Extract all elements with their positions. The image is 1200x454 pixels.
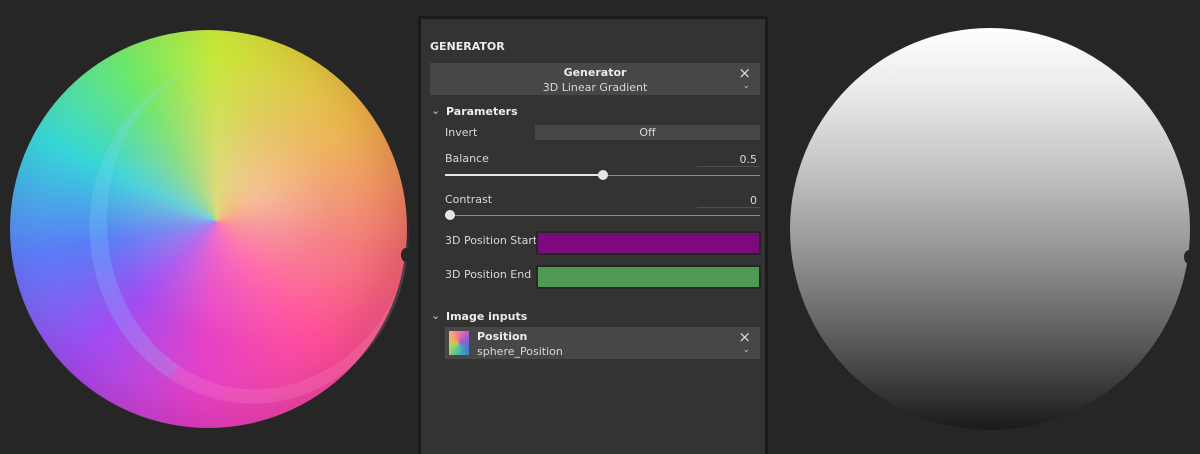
chevron-down-icon[interactable]: ⌄ [431, 310, 440, 321]
close-icon[interactable]: × [738, 330, 751, 345]
contrast-slider-track [445, 215, 760, 216]
position-input-selected: sphere_Position [477, 345, 563, 358]
balance-slider[interactable] [445, 170, 760, 180]
contrast-value-underline [697, 207, 760, 208]
chevron-down-icon[interactable]: ⌄ [742, 82, 750, 91]
generator-panel: GENERATOR Generator 3D Linear Gradient ×… [418, 16, 768, 454]
invert-value: Off [639, 126, 656, 139]
sphere-notch [401, 248, 411, 262]
position-start-color-swatch[interactable] [536, 231, 761, 255]
balance-slider-fill [445, 174, 603, 176]
panel-title: GENERATOR [430, 40, 505, 53]
contrast-value[interactable]: 0 [721, 194, 757, 207]
sphere-swirl-detail [62, 35, 436, 429]
chevron-down-icon[interactable]: ⌄ [431, 105, 440, 116]
sphere-notch [1184, 250, 1194, 264]
invert-toggle[interactable]: Off [535, 125, 760, 140]
contrast-slider[interactable] [445, 210, 760, 220]
generator-selector[interactable]: Generator 3D Linear Gradient × ⌄ [430, 63, 760, 95]
image-inputs-section-header[interactable]: Image inputs [446, 310, 527, 323]
chevron-down-icon[interactable]: ⌄ [742, 346, 750, 355]
contrast-slider-handle[interactable] [445, 210, 455, 220]
close-icon[interactable]: × [738, 66, 751, 81]
position-image-thumbnail [449, 331, 469, 355]
gradient-result-sphere-preview [790, 28, 1194, 430]
position-end-label: 3D Position End [445, 268, 532, 281]
invert-label: Invert [445, 126, 478, 139]
position-input-label: Position [477, 330, 528, 343]
balance-label: Balance [445, 152, 489, 165]
generator-selected-value: 3D Linear Gradient [542, 81, 648, 94]
generator-label: Generator [563, 66, 627, 79]
balance-slider-handle[interactable] [597, 170, 608, 180]
position-map-sphere-preview [10, 30, 436, 429]
position-start-label: 3D Position Start [445, 234, 538, 247]
position-input-selector[interactable]: Position sphere_Position × ⌄ [445, 327, 760, 359]
contrast-label: Contrast [445, 193, 493, 206]
position-end-color-swatch[interactable] [536, 265, 761, 289]
balance-value[interactable]: 0.5 [721, 153, 758, 166]
parameters-section-header[interactable]: Parameters [446, 105, 518, 118]
balance-value-underline [697, 166, 760, 167]
